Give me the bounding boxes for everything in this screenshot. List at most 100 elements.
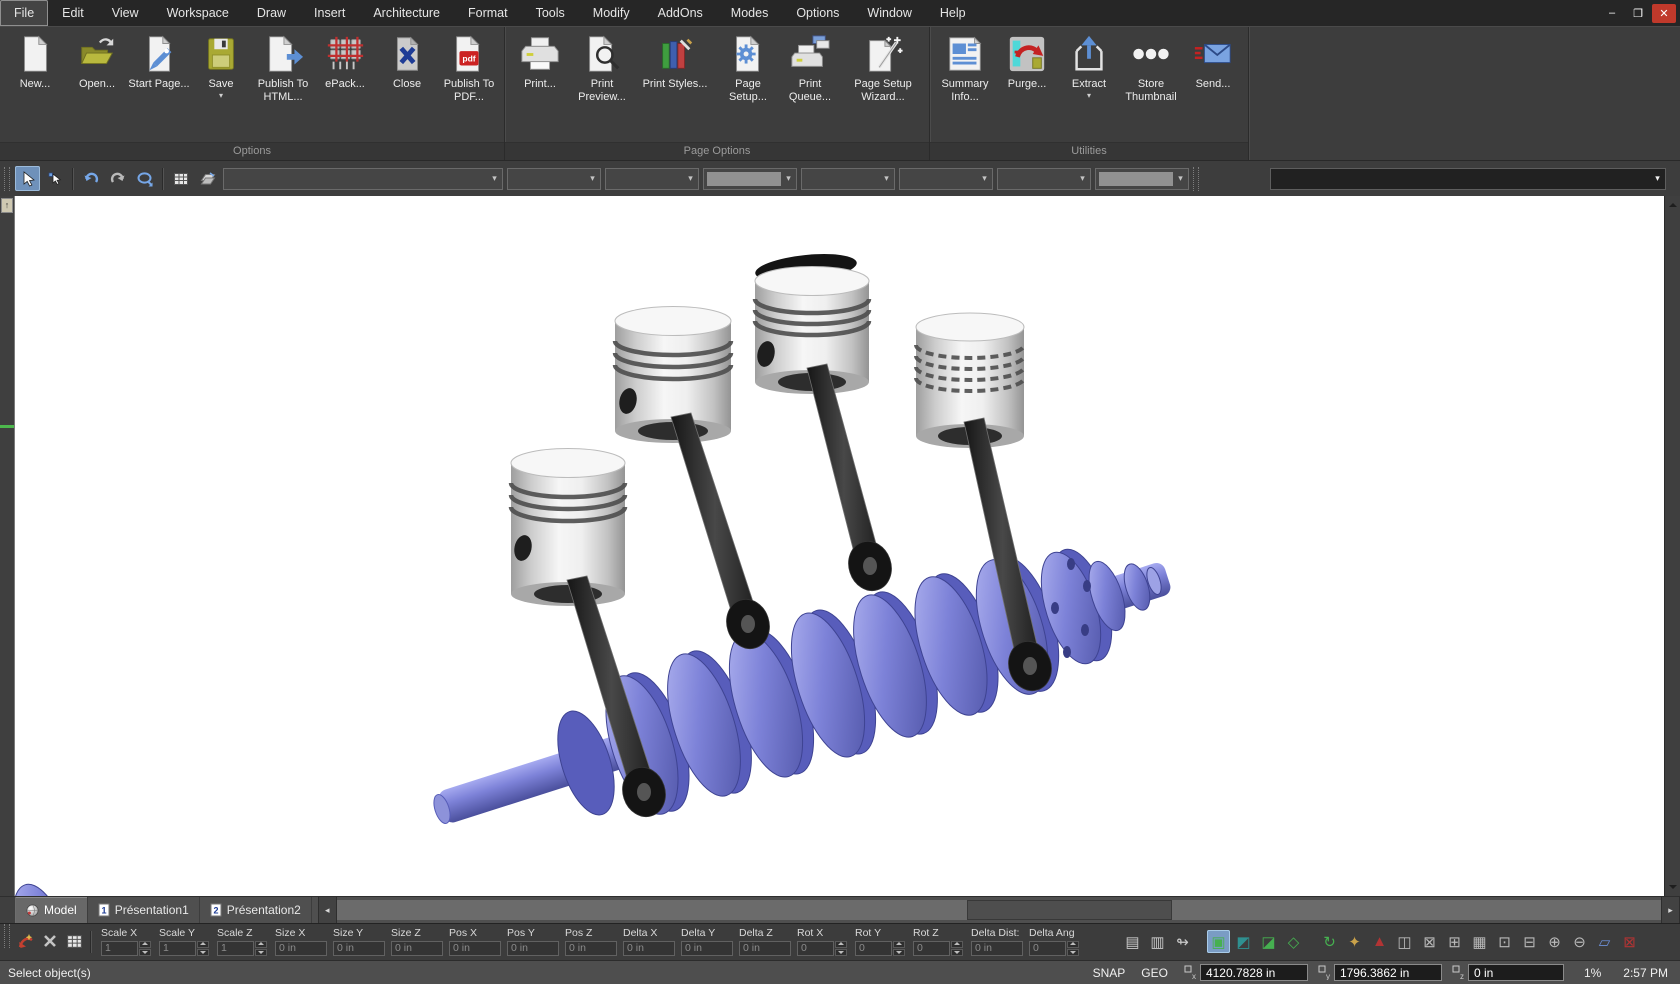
horizontal-scroll-thumb[interactable] — [967, 900, 1172, 920]
pack-3d-icon[interactable]: ▤ — [1121, 930, 1144, 953]
select-tool-button[interactable] — [15, 166, 40, 191]
cancel-selection-button[interactable] — [38, 929, 62, 953]
assembly-icon[interactable]: ◫ — [1393, 930, 1416, 953]
menu-architecture[interactable]: Architecture — [359, 0, 454, 26]
rotate-select-icon[interactable]: ↻ — [1318, 930, 1341, 953]
inspector-field-input[interactable]: 0 — [797, 941, 834, 956]
snap-toggle[interactable]: SNAP — [1093, 966, 1126, 980]
z-coordinate-input[interactable]: 0 in — [1468, 964, 1564, 981]
restore-button[interactable]: ❐ — [1626, 4, 1650, 23]
close-button[interactable]: ✕ — [1652, 4, 1676, 23]
tab-model[interactable]: Model — [16, 897, 88, 923]
field-spinner[interactable] — [1067, 941, 1079, 956]
minimize-button[interactable]: – — [1600, 4, 1624, 23]
inspector-field-input[interactable]: 0 in — [623, 941, 675, 956]
pick-reference-button[interactable] — [14, 929, 38, 953]
menu-tools[interactable]: Tools — [522, 0, 579, 26]
extract-button[interactable]: Extract ▾ — [1058, 32, 1120, 99]
scroll-down-button[interactable] — [1666, 880, 1680, 894]
field-spinner[interactable] — [139, 941, 151, 956]
selection-loop-button[interactable] — [132, 166, 157, 191]
new-button[interactable]: New... — [4, 32, 66, 91]
inspector-input[interactable]: ▾ — [1270, 168, 1666, 190]
toolbar-grip[interactable] — [1193, 167, 1199, 191]
inspector-field-input[interactable]: 0 — [913, 941, 950, 956]
inspector-field-input[interactable]: 0 in — [739, 941, 791, 956]
workplane-icon[interactable]: ▱ — [1593, 930, 1616, 953]
inspector-field-input[interactable]: 0 — [1029, 941, 1066, 956]
frame-points-icon[interactable]: ⊞ — [1443, 930, 1466, 953]
brush-style-combo[interactable]: ▾ — [801, 168, 895, 190]
redo-button[interactable] — [105, 166, 130, 191]
crossing-select-green-icon[interactable]: ◪ — [1257, 930, 1280, 953]
menu-edit[interactable]: Edit — [48, 0, 98, 26]
toolbar-grip[interactable] — [4, 167, 10, 191]
geo-toggle[interactable]: GEO — [1141, 966, 1168, 980]
unpack-3d-icon[interactable]: ▥ — [1146, 930, 1169, 953]
inspector-field-input[interactable]: 0 in — [971, 941, 1023, 956]
menu-workspace[interactable]: Workspace — [153, 0, 243, 26]
menu-modify[interactable]: Modify — [579, 0, 644, 26]
inspector-field-input[interactable]: 0 — [855, 941, 892, 956]
no-workplane-icon[interactable]: ⊠ — [1618, 930, 1641, 953]
field-spinner[interactable] — [951, 941, 963, 956]
grid-frame-icon[interactable]: ▦ — [1468, 930, 1491, 953]
menu-draw[interactable]: Draw — [243, 0, 300, 26]
inspector-field-input[interactable]: 0 in — [333, 941, 385, 956]
menu-options[interactable]: Options — [782, 0, 853, 26]
ruler-origin-button[interactable]: ↑ — [1, 198, 13, 213]
field-spinner[interactable] — [893, 941, 905, 956]
store-thumbnail-button[interactable]: Store Thumbnail — [1120, 32, 1182, 104]
epack-button[interactable]: ePack... — [314, 32, 376, 91]
start-page-button[interactable]: Start Page... — [128, 32, 190, 91]
collapse-frame-icon[interactable]: ⊟ — [1518, 930, 1541, 953]
vertical-scrollbar[interactable] — [1664, 196, 1680, 896]
inspector-field-input[interactable]: 0 in — [565, 941, 617, 956]
page-setup-button[interactable]: Page Setup... — [717, 32, 779, 104]
pen-width-combo[interactable]: ▾ — [605, 168, 699, 190]
inspector-field-input[interactable]: 1 — [217, 941, 254, 956]
save-button[interactable]: Save ▾ — [190, 32, 252, 99]
inspector-field-input[interactable]: 1 — [159, 941, 196, 956]
no-frame-icon[interactable]: ⊠ — [1418, 930, 1441, 953]
undo-button[interactable] — [78, 166, 103, 191]
model-canvas[interactable] — [15, 196, 1664, 896]
menu-help[interactable]: Help — [926, 0, 980, 26]
print-queue-button[interactable]: Print Queue... — [779, 32, 841, 104]
y-coordinate-input[interactable]: 1796.3862 in — [1334, 964, 1442, 981]
pick-point-icon[interactable]: ✦ — [1343, 930, 1366, 953]
menu-format[interactable]: Format — [454, 0, 522, 26]
page-setup-wizard-button[interactable]: Page Setup Wizard... — [841, 32, 925, 104]
send-button[interactable]: Send... — [1182, 32, 1244, 91]
menu-view[interactable]: View — [98, 0, 153, 26]
scroll-up-button[interactable] — [1666, 198, 1680, 212]
menu-window[interactable]: Window — [853, 0, 925, 26]
inspector-field-input[interactable]: 0 in — [449, 941, 501, 956]
inspector-field-input[interactable]: 0 in — [391, 941, 443, 956]
bend-cursor-icon[interactable]: ↬ — [1171, 930, 1194, 953]
print-button[interactable]: Print... — [509, 32, 571, 91]
print-preview-button[interactable]: Print Preview... — [571, 32, 633, 104]
menu-file[interactable]: File — [0, 0, 48, 26]
fence-select-icon[interactable]: ◇ — [1282, 930, 1305, 953]
x-coordinate-input[interactable]: 4120.7828 in — [1200, 964, 1308, 981]
menu-modes[interactable]: Modes — [717, 0, 783, 26]
pen-style-combo[interactable]: ▾ — [507, 168, 601, 190]
crossing-select-teal-icon[interactable]: ◩ — [1232, 930, 1255, 953]
inspector-field-input[interactable]: 1 — [101, 941, 138, 956]
selection-info-button[interactable] — [168, 166, 193, 191]
publish-to-html-button[interactable]: Publish To HTML... — [252, 32, 314, 104]
delta-mode-icon[interactable]: ▲ — [1368, 930, 1391, 953]
toolbar-grip[interactable] — [4, 924, 10, 948]
remove-anchor-icon[interactable]: ⊖ — [1568, 930, 1591, 953]
purge-button[interactable]: Purge... — [996, 32, 1058, 91]
layers-button[interactable] — [195, 166, 220, 191]
anchor-icon[interactable]: ⊕ — [1543, 930, 1566, 953]
publish-to-pdf-button[interactable]: pdf Publish To PDF... — [438, 32, 500, 104]
field-spinner[interactable] — [255, 941, 267, 956]
inspector-field-input[interactable]: 0 in — [681, 941, 733, 956]
pen-color-combo[interactable]: ▾ — [703, 168, 797, 190]
text-style-combo[interactable]: ▾ — [997, 168, 1091, 190]
connecting-rod-2[interactable] — [671, 413, 776, 654]
summary-info-button[interactable]: Summary Info... — [934, 32, 996, 104]
